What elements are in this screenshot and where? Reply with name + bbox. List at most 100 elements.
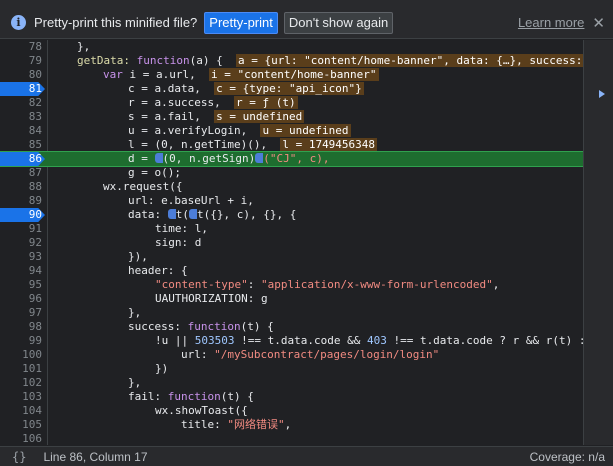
pretty-print-braces-icon[interactable]: {}	[12, 450, 26, 464]
code-text: data: t(t({}, c), {}, {	[53, 208, 296, 222]
inline-breakpoint-marker[interactable]	[167, 209, 176, 219]
code-text: })	[53, 362, 168, 376]
code-token: g = o();	[128, 166, 181, 179]
code-text: time: l,	[53, 222, 208, 236]
code-text: }),	[53, 250, 148, 264]
line-number[interactable]: 95	[0, 278, 42, 292]
line-number[interactable]: 78	[0, 40, 42, 54]
tab-fragment[interactable]: ……	[170, 0, 192, 3]
pretty-print-infobar: i Pretty-print this minified file? Prett…	[0, 7, 613, 39]
line-number[interactable]: 99	[0, 334, 42, 348]
line-number[interactable]: 96	[0, 292, 42, 306]
line-number[interactable]: 98	[0, 320, 42, 334]
code-token: :	[247, 278, 261, 291]
code-token: },	[77, 40, 91, 53]
line-number[interactable]: 84	[0, 124, 42, 138]
line-number[interactable]: 104	[0, 404, 42, 418]
code-text: },	[53, 376, 141, 390]
line-number[interactable]: 89	[0, 194, 42, 208]
code-line[interactable]: 85 l = (0, n.getTime)(), l = 1749456348	[0, 138, 583, 152]
code-line[interactable]: 93 }),	[0, 250, 583, 264]
code-line[interactable]: 100 url: "/mySubcontract/pages/login/log…	[0, 348, 583, 362]
resume-arrow-icon[interactable]	[599, 90, 605, 98]
code-line[interactable]: 96 UAUTHORIZATION: g	[0, 292, 583, 306]
close-icon[interactable]: ✕	[592, 14, 605, 32]
code-line[interactable]: 102 },	[0, 376, 583, 390]
code-token: i = a.url,	[122, 68, 209, 81]
line-number[interactable]: 82	[0, 96, 42, 110]
code-token: getData:	[77, 54, 137, 67]
code-line[interactable]: 87 g = o();	[0, 166, 583, 180]
line-number[interactable]: 103	[0, 390, 42, 404]
line-number[interactable]: 94	[0, 264, 42, 278]
code-line[interactable]: 95 "content-type": "application/x-www-fo…	[0, 278, 583, 292]
code-token: !== t.data.code ? r && r(t) :	[386, 334, 583, 347]
code-text: c = a.data, c = {type: "api_icon"}	[53, 82, 364, 96]
line-number[interactable]: 90	[0, 208, 42, 222]
code-line[interactable]: 98 success: function(t) {	[0, 320, 583, 334]
code-line[interactable]: 89 url: e.baseUrl + i,	[0, 194, 583, 208]
code-line[interactable]: 90 data: t(t({}, c), {}, {	[0, 208, 583, 222]
line-number[interactable]: 101	[0, 362, 42, 376]
code-token: UAUTHORIZATION: g	[155, 292, 268, 305]
code-line[interactable]: 81 c = a.data, c = {type: "api_icon"}	[0, 82, 583, 96]
line-number[interactable]: 81	[0, 82, 42, 96]
line-number[interactable]: 102	[0, 376, 42, 390]
line-number[interactable]: 83	[0, 110, 42, 124]
code-token: url:	[181, 348, 215, 361]
code-line[interactable]: 91 time: l,	[0, 222, 583, 236]
code-line[interactable]: 92 sign: d	[0, 236, 583, 250]
coverage-status: Coverage: n/a	[529, 449, 605, 464]
line-number[interactable]: 87	[0, 166, 42, 180]
code-text: var i = a.url, i = "content/home-banner"	[53, 68, 379, 82]
code-line[interactable]: 83 s = a.fail, s = undefined	[0, 110, 583, 124]
code-line[interactable]: 106	[0, 432, 583, 445]
inline-value: u = undefined	[260, 124, 351, 137]
code-token: (t) {	[220, 390, 254, 403]
line-number[interactable]: 105	[0, 418, 42, 432]
source-editor[interactable]: 78 }, 79 getData: function(a) { a = {url…	[0, 40, 583, 445]
code-line[interactable]: 94 header: {	[0, 264, 583, 278]
line-number[interactable]: 106	[0, 432, 42, 445]
code-line[interactable]: 103 fail: function(t) {	[0, 390, 583, 404]
code-line[interactable]: 84 u = a.verifyLogin, u = undefined	[0, 124, 583, 138]
tab-fragment[interactable]: ……	[290, 0, 312, 3]
line-number[interactable]: 93	[0, 250, 42, 264]
code-line[interactable]: 99 !u || 503503 !== t.data.code && 403 !…	[0, 334, 583, 348]
inline-breakpoint-marker[interactable]	[154, 153, 163, 163]
tab-fragment[interactable]: …… ……	[40, 0, 87, 3]
line-number[interactable]: 86	[0, 152, 42, 166]
code-token: })	[155, 362, 169, 375]
code-text: g = o();	[53, 166, 181, 180]
code-line[interactable]: 97 },	[0, 306, 583, 320]
line-number[interactable]: 85	[0, 138, 42, 152]
code-line[interactable]: 88 wx.request({	[0, 180, 583, 194]
line-number[interactable]: 79	[0, 54, 42, 68]
line-number[interactable]: 97	[0, 306, 42, 320]
code-line[interactable]: 80 var i = a.url, i = "content/home-bann…	[0, 68, 583, 82]
code-line[interactable]: 79 getData: function(a) { a = {url: "con…	[0, 54, 583, 68]
learn-more-link[interactable]: Learn more	[518, 15, 584, 30]
code-token: 403	[366, 334, 387, 347]
code-token: function	[187, 320, 241, 333]
code-line[interactable]: 78 },	[0, 40, 583, 54]
code-line[interactable]: 104 wx.showToast({	[0, 404, 583, 418]
code-line[interactable]: 101 })	[0, 362, 583, 376]
code-line[interactable]: 82 r = a.success, r = ƒ (t)	[0, 96, 583, 110]
dont-show-again-button[interactable]: Don't show again	[283, 11, 394, 34]
infobar-message: Pretty-print this minified file?	[34, 15, 198, 30]
line-number[interactable]: 80	[0, 68, 42, 82]
code-text: url: e.baseUrl + i,	[53, 194, 254, 208]
line-number[interactable]: 92	[0, 236, 42, 250]
code-token: "/mySubcontract/pages/login/login"	[214, 348, 440, 361]
pretty-print-button[interactable]: Pretty-print	[204, 11, 278, 34]
inline-breakpoint-marker[interactable]	[189, 209, 197, 219]
line-number[interactable]: 91	[0, 222, 42, 236]
code-text: d = (0, n.getSign) ("CJ", c),	[53, 152, 329, 166]
line-number[interactable]: 100	[0, 348, 42, 362]
code-line[interactable]: 105 title: "网络错误",	[0, 418, 583, 432]
current-execution-line[interactable]: 86 d = (0, n.getSign) ("CJ", c),	[0, 151, 583, 167]
code-token: }),	[128, 250, 148, 263]
line-number[interactable]: 88	[0, 180, 42, 194]
code-token: header: {	[128, 264, 188, 277]
